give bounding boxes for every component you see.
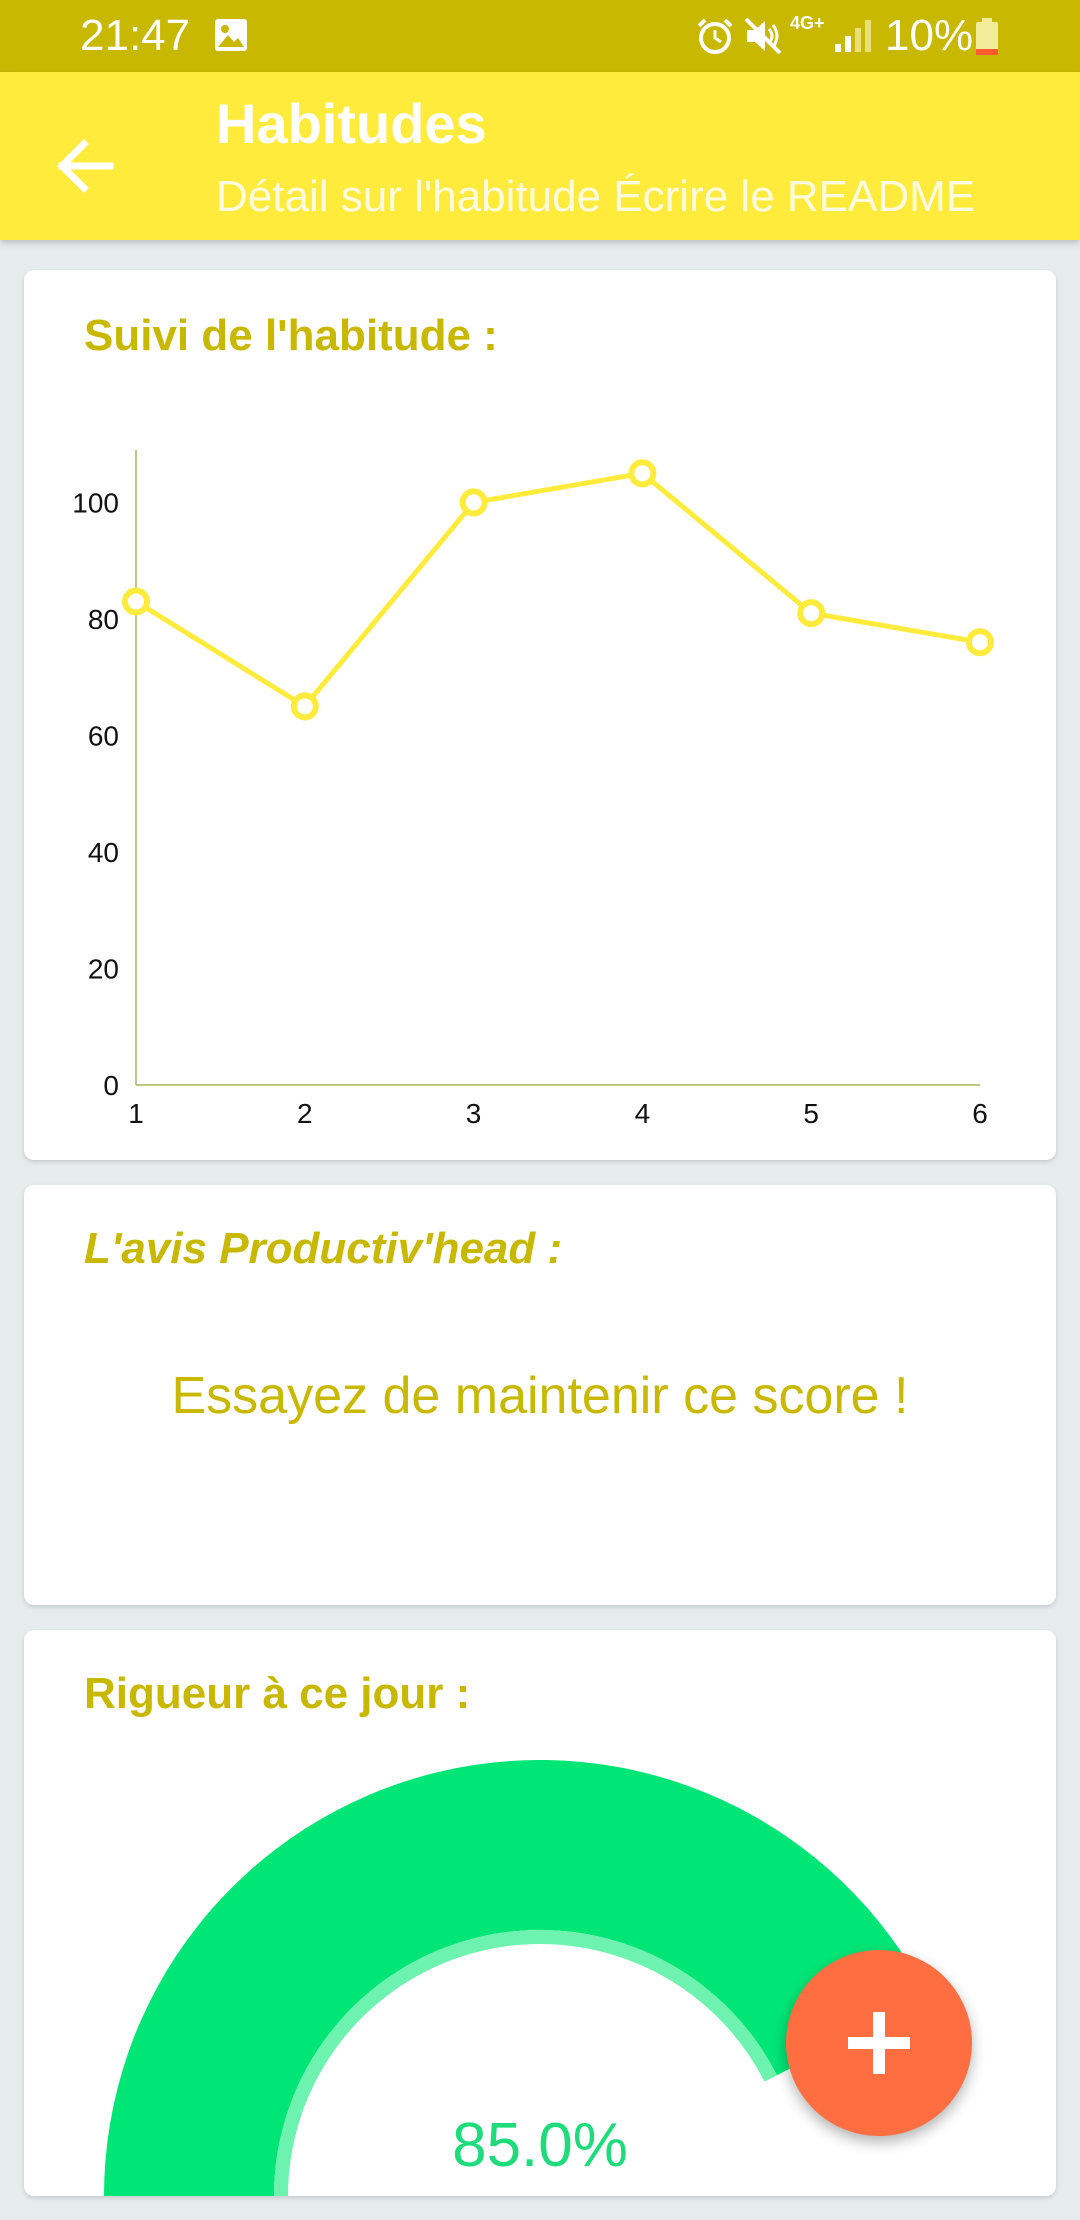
status-bar: 21:47 4G+ 10%	[0, 0, 1080, 72]
y-tick-label: 20	[88, 953, 119, 984]
battery-level: 10%	[885, 11, 974, 60]
data-point	[290, 692, 319, 721]
advice-card-title: L'avis Productiv'head :	[84, 1224, 563, 1273]
y-tick-label: 0	[103, 1070, 119, 1101]
signal-icon	[835, 20, 871, 52]
data-point	[797, 599, 826, 628]
data-point	[966, 628, 994, 657]
x-tick-label: 2	[297, 1098, 313, 1129]
network-type: 4G+	[790, 13, 825, 33]
x-tick-label: 4	[635, 1098, 651, 1129]
status-time: 21:47	[80, 11, 191, 60]
x-tick-label: 5	[803, 1098, 819, 1129]
series-line	[134, 470, 981, 710]
arrow-left-icon	[57, 139, 114, 193]
image-icon	[215, 19, 247, 51]
data-point	[459, 488, 488, 517]
x-tick-label: 6	[972, 1098, 988, 1129]
x-tick-label: 3	[466, 1098, 482, 1129]
battery-icon	[976, 18, 998, 55]
x-tick-label: 1	[128, 1098, 144, 1129]
back-button[interactable]	[40, 120, 132, 212]
habit-line-chart: 0 20 40 60 80 100 1 2 3 4 5 6	[72, 450, 994, 1129]
y-tick-label: 40	[88, 837, 119, 868]
advice-message: Essayez de maintenir ce score !	[171, 1367, 909, 1425]
alarm-icon	[697, 18, 733, 54]
y-tick-label: 80	[88, 604, 119, 635]
data-point	[122, 587, 150, 616]
app-subtitle: Détail sur l'habitude Écrire le README	[216, 172, 976, 221]
advice-card: L'avis Productiv'head : Essayez de maint…	[24, 1185, 1056, 1605]
data-point	[628, 459, 657, 488]
plus-icon	[848, 2012, 910, 2074]
app-title: Habitudes	[216, 92, 487, 155]
habit-tracking-card: Suivi de l'habitude : 0 20 40 60 80 100 1 2 3 4 5 6	[24, 270, 1056, 1160]
app-bar: Habitudes Détail sur l'habitude Écrire l…	[0, 72, 1080, 240]
y-tick-label: 100	[72, 487, 119, 518]
y-tick-label: 60	[88, 720, 119, 751]
add-entry-button[interactable]	[786, 1950, 972, 2136]
mute-icon	[744, 17, 782, 55]
